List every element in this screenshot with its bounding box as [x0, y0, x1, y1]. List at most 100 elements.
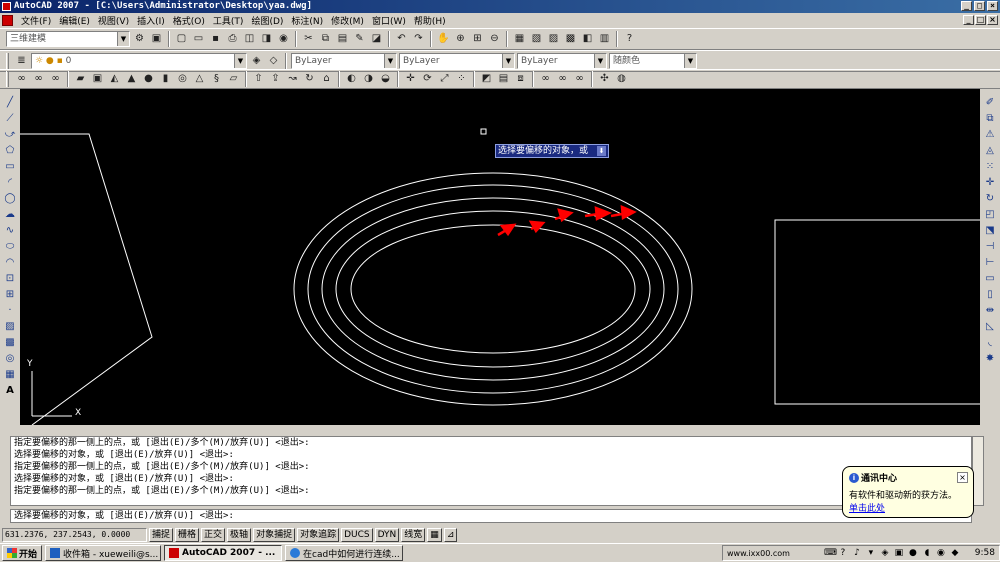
workspace-settings-icon[interactable]: ⚙ — [132, 32, 147, 47]
menu-window[interactable]: 窗口(W) — [368, 14, 410, 27]
3d-align-icon[interactable]: ⤢ — [437, 72, 452, 87]
balloon-link[interactable]: 单击此处 — [849, 501, 967, 514]
layer-previous-icon[interactable]: ◇ — [266, 54, 281, 69]
help-icon[interactable]: ? — [622, 32, 637, 47]
menu-modify[interactable]: 修改(M) — [327, 14, 368, 27]
workspace-select[interactable]: 三维建模 ▼ — [6, 31, 130, 47]
orbit-icon[interactable]: ∞ — [14, 72, 29, 87]
menu-format[interactable]: 格式(O) — [169, 14, 209, 27]
layer-select[interactable]: ☼ ● ▪ 0 ▼ — [31, 53, 247, 69]
torus-icon[interactable]: ◎ — [175, 72, 190, 87]
stretch-icon[interactable]: ⬔ — [983, 223, 998, 238]
subtract-icon[interactable]: ◑ — [361, 72, 376, 87]
new-icon[interactable]: ▢ — [174, 32, 189, 47]
antivirus-icon[interactable]: ● — [908, 548, 918, 558]
toolbar-grip[interactable] — [6, 71, 9, 87]
table-icon[interactable]: ▦ — [3, 367, 18, 382]
polysolid-icon[interactable]: ▰ — [73, 72, 88, 87]
render-icon[interactable]: ◍ — [614, 72, 629, 87]
union-icon[interactable]: ◐ — [344, 72, 359, 87]
doc-close-button[interactable]: × — [987, 15, 998, 25]
grid-toggle[interactable]: 栅格 — [175, 528, 200, 542]
3d-dwf-icon[interactable]: ◉ — [276, 32, 291, 47]
pyramid-icon[interactable]: △ — [192, 72, 207, 87]
zoom-window-icon[interactable]: ⊞ — [470, 32, 485, 47]
break-icon[interactable]: ▯ — [983, 287, 998, 302]
match-properties-icon[interactable]: ✎ — [352, 32, 367, 47]
box-icon[interactable]: ▣ — [90, 72, 105, 87]
break-point-icon[interactable]: ▭ — [983, 271, 998, 286]
communication-center-balloon[interactable]: i 通讯中心 × 有软件和驱动新的获方法。 单击此处 — [842, 466, 974, 518]
drawing-area[interactable]: 选择要偏移的对象，或 ⬇ X Y — [20, 89, 980, 425]
input-method-icon[interactable]: ▾ — [866, 548, 876, 558]
rotate-icon[interactable]: ↻ — [983, 191, 998, 206]
markup-icon[interactable]: ◧ — [580, 32, 595, 47]
save-icon[interactable]: ▪ — [208, 32, 223, 47]
join-icon[interactable]: ⇹ — [983, 303, 998, 318]
ducs-toggle[interactable]: DUCS — [341, 528, 373, 542]
sheet-set-icon[interactable]: ▩ — [563, 32, 578, 47]
keyboard-icon[interactable]: ⌨ — [824, 548, 837, 558]
model-icon[interactable]: ▦ — [427, 528, 442, 542]
offset-ellipse-1[interactable] — [350, 224, 636, 354]
linetype-select[interactable]: ByLayer ▼ — [399, 53, 515, 69]
block-editor-icon[interactable]: ◪ — [369, 32, 384, 47]
calculator-icon[interactable]: ▥ — [597, 32, 612, 47]
left-polyline[interactable] — [20, 133, 153, 425]
insert-block-icon[interactable]: ⊡ — [3, 271, 18, 286]
shield-icon[interactable]: ◈ — [880, 548, 890, 558]
arc-icon[interactable]: ◜ — [3, 175, 18, 190]
make-block-icon[interactable]: ⊞ — [3, 287, 18, 302]
zoom-realtime-icon[interactable]: ⊕ — [453, 32, 468, 47]
navigation-wheel-icon[interactable]: ✣ — [597, 72, 612, 87]
lineweight-select[interactable]: ByLayer ▼ — [517, 53, 607, 69]
trim-icon[interactable]: ⊣ — [983, 239, 998, 254]
pline-icon[interactable]: ⤻ — [3, 127, 18, 142]
security-icon[interactable]: ◆ — [950, 548, 960, 558]
zoom-previous-icon[interactable]: ⊖ — [487, 32, 502, 47]
undo-icon[interactable]: ↶ — [394, 32, 409, 47]
sweep-icon[interactable]: ↝ — [285, 72, 300, 87]
close-icon[interactable]: × — [957, 472, 968, 483]
command-history[interactable]: 指定要偏移的那一侧上的点，或 [退出(E)/多个(M)/放弃(U)] <退出>:… — [10, 436, 972, 506]
array-icon[interactable]: ⁙ — [983, 159, 998, 174]
3d-rotate-icon[interactable]: ⟳ — [420, 72, 435, 87]
interfere-icon[interactable]: ⧈ — [513, 72, 528, 87]
scale-icon[interactable]: ◰ — [983, 207, 998, 222]
3d-array-icon[interactable]: ⁘ — [454, 72, 469, 87]
menu-insert[interactable]: 插入(I) — [133, 14, 169, 27]
restore-button[interactable]: □ — [974, 1, 985, 11]
spline-icon[interactable]: ∿ — [3, 223, 18, 238]
sphere-icon[interactable]: ● — [141, 72, 156, 87]
doc-minimize-button[interactable]: _ — [963, 15, 974, 25]
right-rectangle[interactable] — [774, 219, 980, 405]
menu-help[interactable]: 帮助(H) — [410, 14, 450, 27]
doc-restore-button[interactable]: □ — [975, 15, 986, 25]
print-icon[interactable]: ⎙ — [225, 32, 240, 47]
presspull-icon[interactable]: ⇪ — [268, 72, 283, 87]
close-button[interactable]: × — [987, 1, 998, 11]
xline-icon[interactable]: ⟋ — [3, 111, 18, 126]
helix-icon[interactable]: § — [209, 72, 224, 87]
intersect-icon[interactable]: ◒ — [378, 72, 393, 87]
copy-icon[interactable]: ⧉ — [983, 111, 998, 126]
toolbar-grip[interactable] — [6, 53, 9, 69]
mirror-icon[interactable]: ⚠ — [983, 127, 998, 142]
3d-move-icon[interactable]: ✛ — [403, 72, 418, 87]
taskbar-item-browser[interactable]: 在cad中如何进行连续... — [285, 545, 404, 561]
point-icon[interactable]: · — [3, 303, 18, 318]
dyn-toggle[interactable]: DYN — [374, 528, 400, 542]
extrude-icon[interactable]: ⇧ — [251, 72, 266, 87]
3d-orbit-icon[interactable]: ∞ — [538, 72, 553, 87]
planar-surface-icon[interactable]: ▱ — [226, 72, 241, 87]
revolve-icon[interactable]: ↻ — [302, 72, 317, 87]
osnap-toggle[interactable]: 对象捕捉 — [253, 528, 296, 542]
otrack-toggle[interactable]: 对象追踪 — [297, 528, 340, 542]
3d-fly-icon[interactable]: ∞ — [572, 72, 587, 87]
polar-toggle[interactable]: 极轴 — [227, 528, 252, 542]
layer-manager-icon[interactable]: ≣ — [14, 54, 29, 69]
gradient-icon[interactable]: ▩ — [3, 335, 18, 350]
extend-icon[interactable]: ⊢ — [983, 255, 998, 270]
hatch-icon[interactable]: ▨ — [3, 319, 18, 334]
print-preview-icon[interactable]: ◫ — [242, 32, 257, 47]
